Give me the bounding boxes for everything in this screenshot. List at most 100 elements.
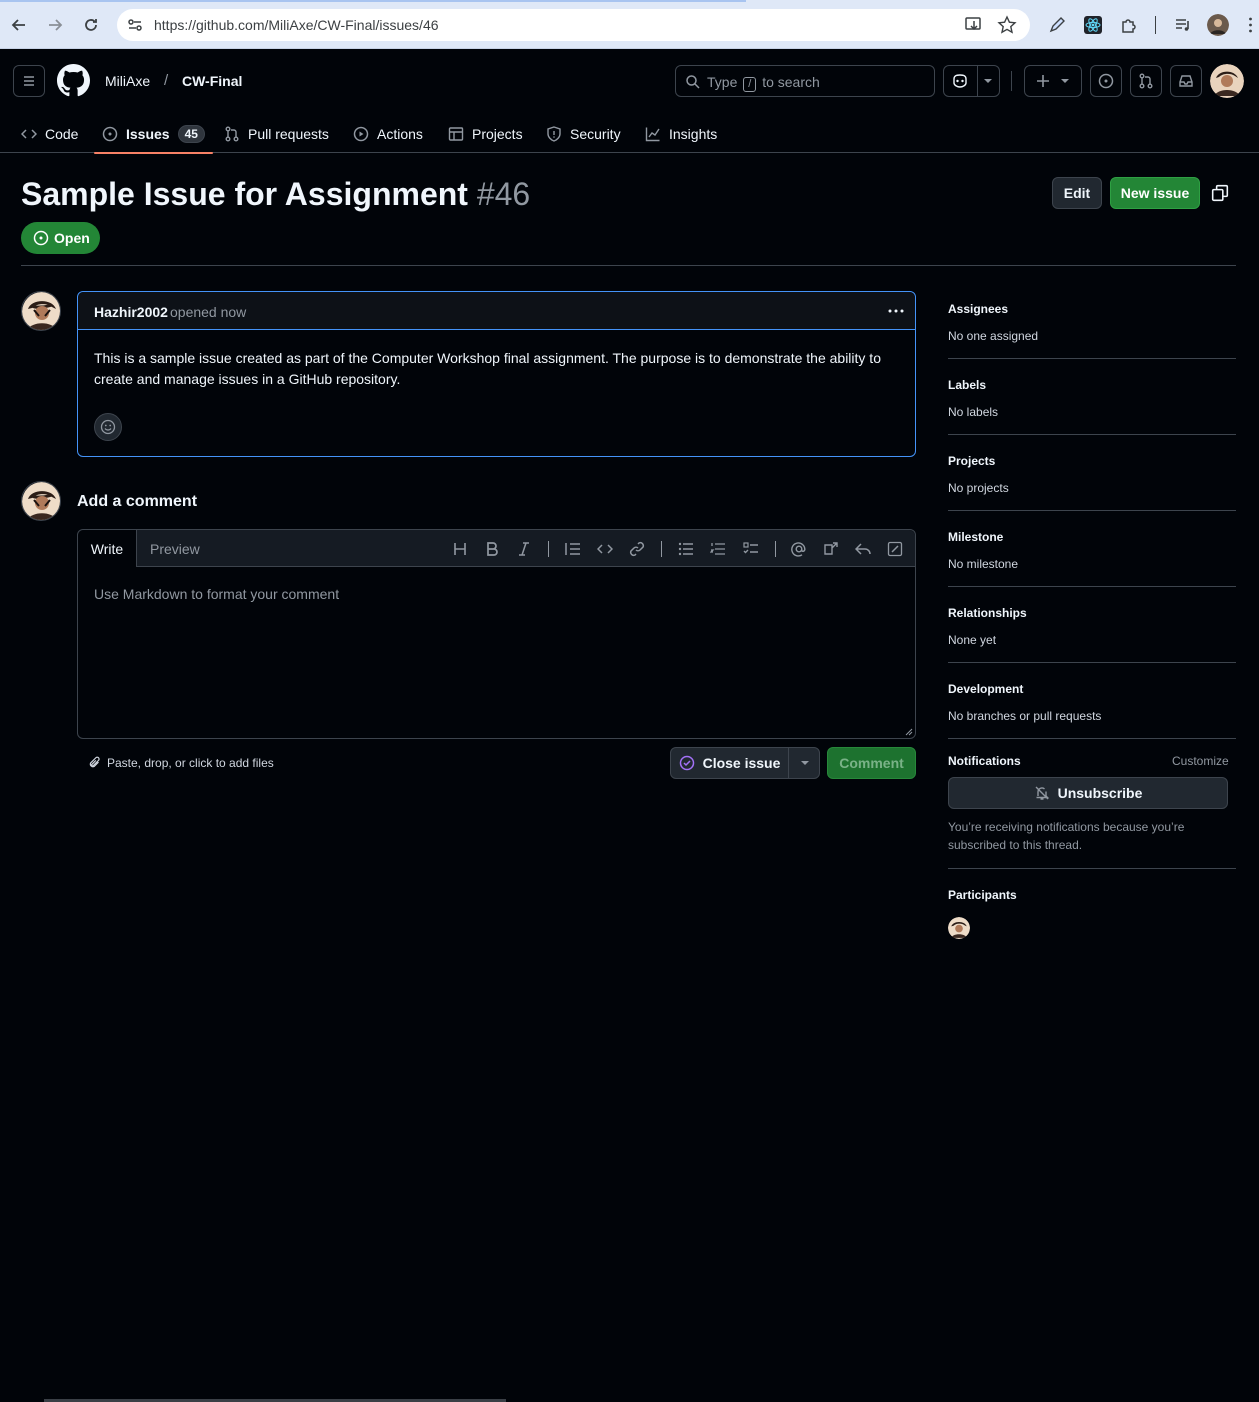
hamburger-menu-button[interactable] <box>13 65 45 97</box>
sidebar-development-title[interactable]: Development <box>948 682 1236 696</box>
sidebar-projects: Projects No projects <box>948 454 1236 495</box>
copilot-icon <box>953 74 967 88</box>
menu-icon <box>24 76 34 86</box>
add-reaction-button[interactable] <box>94 413 122 441</box>
resize-handle-icon[interactable] <box>905 728 913 736</box>
tab-insights[interactable]: Insights <box>645 115 717 153</box>
tab-preview[interactable]: Preview <box>150 530 200 567</box>
add-comment-heading: Add a comment <box>77 493 198 510</box>
issue-number: #46 <box>476 176 531 212</box>
tab-actions[interactable]: Actions <box>353 115 423 153</box>
search-placeholder: Type / to search <box>707 74 820 92</box>
tab-projects[interactable]: Projects <box>448 115 523 153</box>
unordered-list-icon[interactable] <box>677 540 695 558</box>
bookmark-star-icon[interactable] <box>997 15 1017 35</box>
sidebar-participants-title: Participants <box>948 888 1017 902</box>
close-issue-button[interactable]: Close issue <box>671 748 789 778</box>
extensions-puzzle-icon[interactable] <box>1118 14 1140 36</box>
code-icon[interactable] <box>596 540 614 558</box>
back-icon[interactable] <box>7 13 31 37</box>
participant-avatar[interactable] <box>948 917 970 939</box>
slash-commands-icon[interactable] <box>886 540 904 558</box>
issues-count-badge: 45 <box>177 125 205 143</box>
profile-avatar-icon[interactable] <box>1207 14 1229 36</box>
kebab-menu-icon[interactable] <box>887 302 905 320</box>
github-logo-icon[interactable] <box>57 64 90 97</box>
reply-icon[interactable] <box>854 540 872 558</box>
repo-navigation: Code Issues 45 Pull requests Actions Pro… <box>0 115 1259 154</box>
react-devtools-icon[interactable] <box>1082 14 1104 36</box>
title-divider <box>21 265 1236 266</box>
issue-opened-icon <box>1098 73 1114 89</box>
sidebar-divider <box>948 358 1236 359</box>
sidebar-labels-title[interactable]: Labels <box>948 378 1236 392</box>
bold-icon[interactable] <box>483 540 501 558</box>
ordered-list-icon[interactable] <box>709 540 727 558</box>
tab-write[interactable]: Write <box>78 530 137 567</box>
copilot-button[interactable] <box>943 65 1000 97</box>
forward-icon[interactable] <box>43 13 67 37</box>
url-text[interactable]: https://github.com/MiliAxe/CW-Final/issu… <box>154 17 439 33</box>
sidebar-relationships: Relationships None yet <box>948 606 1236 647</box>
play-icon <box>353 126 369 142</box>
new-issue-button[interactable]: New issue <box>1110 177 1200 209</box>
smiley-icon <box>100 419 116 435</box>
comment-button[interactable]: Comment <box>827 747 916 779</box>
sidebar-assignees-value: No one assigned <box>948 329 1039 343</box>
issue-body-comment: Hazhir2002 opened now This is a sample i… <box>77 291 916 457</box>
create-new-button[interactable] <box>1024 65 1082 97</box>
browser-menu-icon[interactable] <box>1249 17 1252 33</box>
table-icon <box>448 127 464 141</box>
link-icon[interactable] <box>628 540 646 558</box>
customize-notifications-link[interactable]: Customize <box>1172 754 1229 768</box>
sidebar-milestone-value: No milestone <box>948 557 1019 571</box>
copy-link-icon[interactable] <box>1211 184 1229 202</box>
current-user-avatar[interactable] <box>21 481 61 521</box>
sidebar-participants: Participants <box>948 888 1236 902</box>
shield-icon <box>547 126 561 142</box>
quote-icon[interactable] <box>564 540 582 558</box>
issue-title: Sample Issue for Assignment #46 <box>21 176 530 213</box>
sidebar-labels: Labels No labels <box>948 378 1236 419</box>
sidebar-development: Development No branches or pull requests <box>948 682 1236 723</box>
sidebar-projects-title[interactable]: Projects <box>948 454 1236 468</box>
header-pull-requests-button[interactable] <box>1130 65 1162 97</box>
media-controls-icon[interactable] <box>1172 14 1194 36</box>
search-input[interactable]: Type / to search <box>675 65 935 97</box>
bell-slash-icon <box>1035 786 1049 800</box>
comment-author[interactable]: Hazhir2002 <box>94 304 168 320</box>
tab-code[interactable]: Code <box>21 115 78 153</box>
close-issue-options-button[interactable] <box>789 748 820 778</box>
header-issues-button[interactable] <box>1090 65 1122 97</box>
reload-icon[interactable] <box>79 13 103 37</box>
tab-pull-requests[interactable]: Pull requests <box>224 115 329 153</box>
sidebar-milestone: Milestone No milestone <box>948 530 1236 571</box>
site-info-icon[interactable] <box>126 16 144 34</box>
install-app-icon[interactable] <box>964 15 984 35</box>
comment-textarea[interactable]: Use Markdown to format your comment <box>94 586 339 602</box>
breadcrumb-owner[interactable]: MiliAxe <box>105 73 150 89</box>
pen-extension-icon[interactable] <box>1046 14 1068 36</box>
edit-button[interactable]: Edit <box>1052 177 1102 209</box>
mention-icon[interactable] <box>790 540 808 558</box>
comment-author-avatar[interactable] <box>21 291 61 331</box>
sidebar-milestone-title[interactable]: Milestone <box>948 530 1236 544</box>
tab-security[interactable]: Security <box>546 115 621 153</box>
task-list-icon[interactable] <box>742 540 760 558</box>
header-inbox-button[interactable] <box>1170 65 1202 97</box>
header-divider <box>1011 71 1012 91</box>
inbox-icon <box>1179 75 1193 87</box>
italic-icon[interactable] <box>515 540 533 558</box>
address-bar[interactable]: https://github.com/MiliAxe/CW-Final/issu… <box>117 9 1030 41</box>
attach-files-area[interactable]: Paste, drop, or click to add files <box>88 756 274 770</box>
sidebar-assignees-title[interactable]: Assignees <box>948 302 1236 316</box>
unsubscribe-button[interactable]: Unsubscribe <box>948 777 1228 809</box>
breadcrumb-repo[interactable]: CW-Final <box>182 73 242 89</box>
cross-reference-icon[interactable] <box>822 540 840 558</box>
tab-issues[interactable]: Issues 45 <box>94 115 213 154</box>
user-avatar[interactable] <box>1210 64 1244 98</box>
github-header: MiliAxe / CW-Final Type / to search Code… <box>0 49 1259 154</box>
heading-icon[interactable] <box>451 540 469 558</box>
sidebar-relationships-title[interactable]: Relationships <box>948 606 1236 620</box>
comment-editor: Write Preview Use Markdown to format you… <box>77 529 916 739</box>
